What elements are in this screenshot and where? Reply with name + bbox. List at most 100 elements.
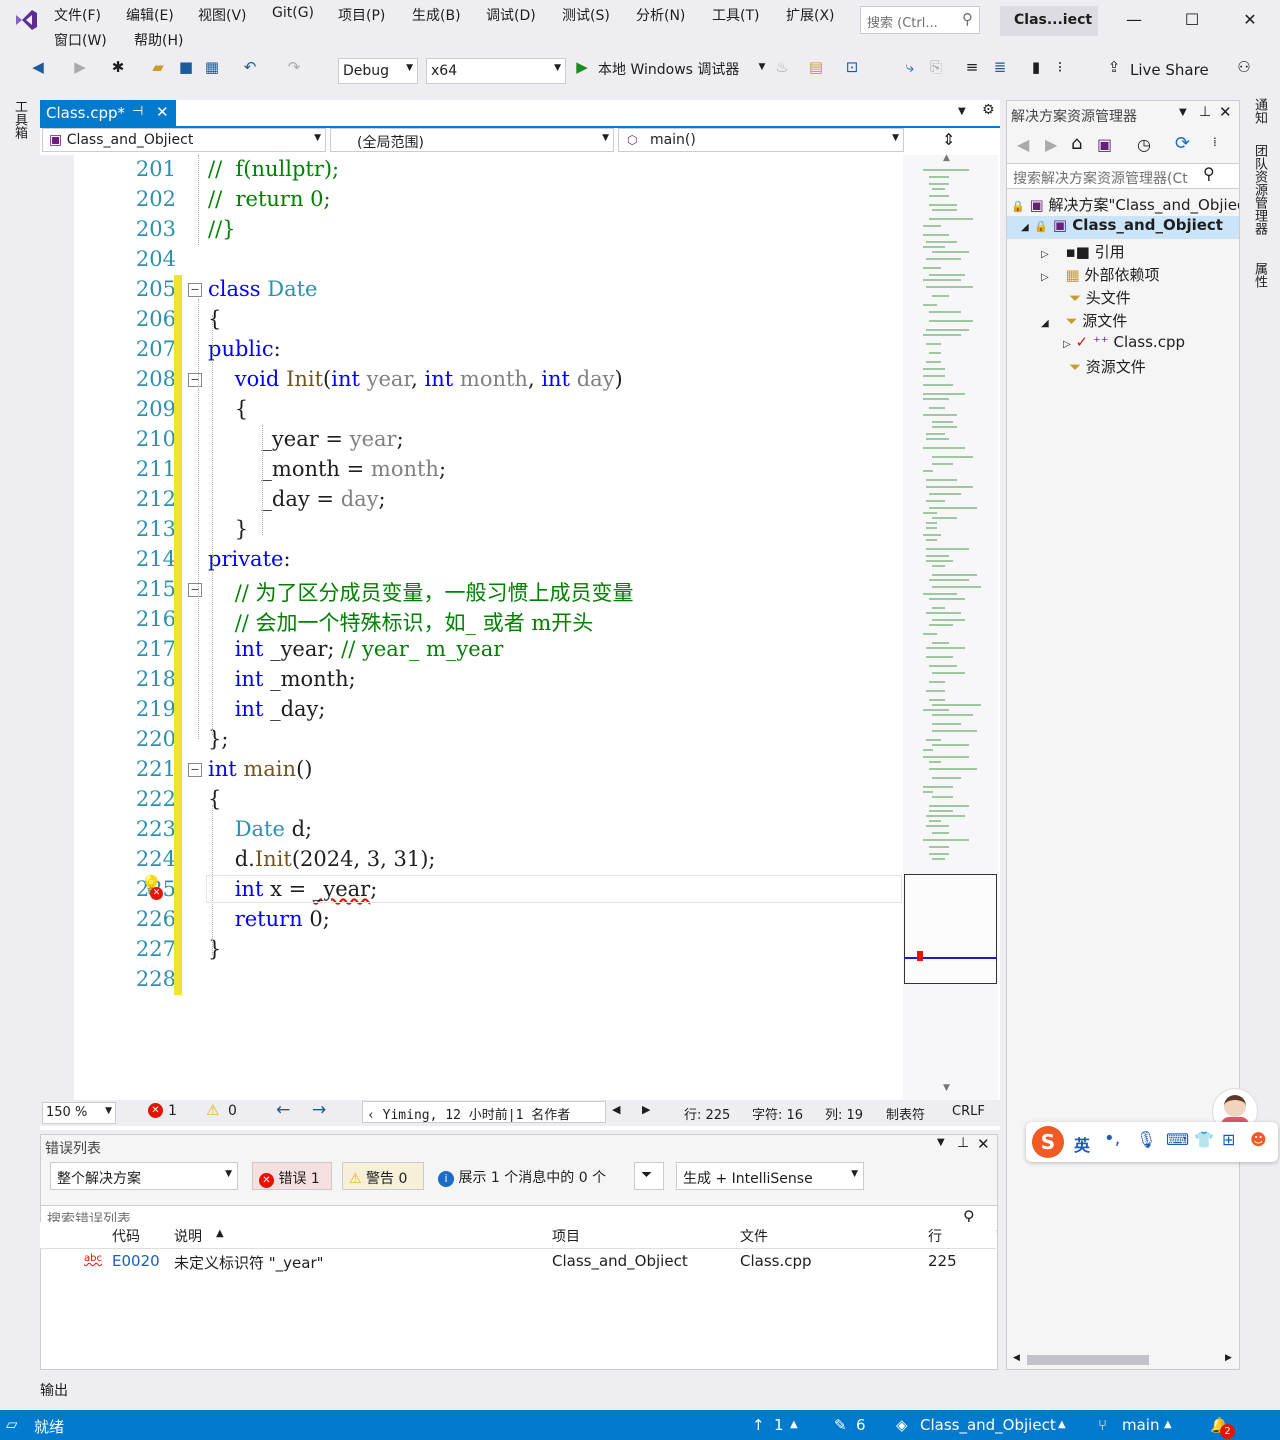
menu-project[interactable]: 项目(P)	[338, 5, 385, 25]
code-line[interactable]: Date d;	[208, 817, 312, 841]
start-debug-button[interactable]: 本地 Windows 调试器	[598, 59, 739, 79]
code-line[interactable]: _day = day;	[208, 487, 385, 511]
comment-icon[interactable]: ≡	[962, 58, 982, 78]
code-line[interactable]: int _day;	[208, 697, 326, 721]
sogou-logo-icon[interactable]: S	[1032, 1126, 1064, 1158]
pending-changes-count[interactable]: 6	[856, 1416, 866, 1434]
branch-name[interactable]: main	[1122, 1416, 1159, 1434]
tree-item-sources[interactable]: ◢ ⏷ 源文件	[1041, 310, 1127, 331]
code-line[interactable]: _year = year;	[208, 427, 403, 451]
project-nav-select[interactable]: ▣ Class_and_Objiect ▼	[42, 128, 326, 152]
tab-list-icon[interactable]: ▼	[958, 106, 966, 117]
menu-tools[interactable]: 工具(T)	[712, 5, 759, 25]
build-filter-select[interactable]: 生成 + IntelliSense ▼	[676, 1162, 864, 1190]
error-count[interactable]: 1	[168, 1103, 177, 1119]
minimap[interactable]: ▲ ▼	[903, 153, 998, 1100]
table-row[interactable]: abc E0020 未定义标识符 "_year" Class_and_Objie…	[40, 1250, 996, 1276]
pin-icon[interactable]: ⊥	[957, 1135, 969, 1151]
live-share-icon[interactable]: ⇪	[1104, 58, 1124, 78]
menu-view[interactable]: 视图(V)	[198, 5, 247, 25]
tab-class-cpp[interactable]: Class.cpp* ⊣ ✕	[40, 100, 176, 126]
start-debug-icon[interactable]: ▶	[572, 58, 592, 78]
tree-item-headers[interactable]: ⏷ 头文件	[1069, 287, 1131, 308]
column-project[interactable]: 项目	[552, 1226, 580, 1252]
properties-tab[interactable]: 属性	[1250, 262, 1269, 288]
chevron-down-icon[interactable]: ▼	[752, 62, 772, 82]
next-issue-icon[interactable]: →	[312, 1100, 326, 1120]
column-file[interactable]: 文件	[740, 1226, 768, 1252]
uncomment-icon[interactable]: ≣	[990, 58, 1010, 78]
unpushed-count[interactable]: 1	[774, 1416, 784, 1434]
menu-window[interactable]: 窗口(W)	[54, 30, 107, 50]
pin-icon[interactable]: ⊥	[1199, 104, 1211, 120]
col-indicator[interactable]: 列: 19	[825, 1104, 863, 1123]
forward-icon[interactable]: ▶	[70, 58, 90, 78]
warnings-filter-button[interactable]: ⚠ 警告 0	[342, 1162, 424, 1190]
fold-toggle[interactable]: −	[188, 583, 202, 597]
code-line[interactable]: }	[208, 937, 221, 961]
line-endings[interactable]: CRLF	[952, 1104, 985, 1119]
menu-git[interactable]: Git(G)	[272, 5, 314, 21]
code-line[interactable]: public:	[208, 337, 281, 361]
code-line[interactable]: // f(nullptr);	[208, 157, 339, 181]
settings-gear-icon[interactable]: ⚙	[982, 102, 995, 118]
toolbar-options-icon[interactable]: ⁝	[1050, 58, 1070, 78]
repository-icon[interactable]: ◈	[896, 1416, 908, 1434]
tree-item-references[interactable]: ▷ ▪■ 引用	[1041, 241, 1125, 262]
push-icon[interactable]: ↑	[752, 1416, 765, 1434]
fold-toggle[interactable]: −	[188, 283, 202, 297]
chevron-left-icon[interactable]: ◀	[612, 1103, 620, 1116]
code-line[interactable]: int _month;	[208, 667, 356, 691]
pencil-icon[interactable]: ✎	[834, 1416, 847, 1434]
member-nav-select[interactable]: ⬡ main() ▼	[618, 128, 904, 152]
code-line[interactable]: // 会加一个特殊标识，如_ 或者 m开头	[208, 607, 594, 637]
hot-reload-icon[interactable]: ♨	[772, 58, 792, 78]
more-options-icon[interactable]: ⁞	[1213, 135, 1217, 149]
warning-icon[interactable]: ⚠	[206, 1101, 219, 1119]
code-line[interactable]: class Date	[208, 277, 317, 301]
team-explorer-tab[interactable]: 团队资源管理器	[1250, 144, 1269, 235]
new-project-icon[interactable]: ✱	[108, 58, 128, 78]
branch-icon[interactable]: ⑂	[1098, 1416, 1107, 1434]
tree-item-external-deps[interactable]: ▷ ▦ 外部依赖项	[1041, 264, 1159, 285]
minimize-icon[interactable]: —	[1124, 10, 1144, 30]
close-panel-icon[interactable]: ✕	[977, 1135, 990, 1153]
forward-icon[interactable]: ▶	[1045, 135, 1057, 154]
chevron-right-icon[interactable]: ▶	[642, 1103, 650, 1116]
errors-filter-button[interactable]: ✕ 错误 1	[252, 1162, 332, 1190]
code-line[interactable]: _month = month;	[208, 457, 446, 481]
undo-icon[interactable]: ↶	[240, 58, 260, 78]
codelens-author[interactable]: ‹ Yiming, 12 小时前|1 名作者	[362, 1101, 606, 1123]
menu-analyze[interactable]: 分析(N)	[636, 5, 685, 25]
error-icon[interactable]: ✕	[148, 1103, 163, 1118]
fold-toggle[interactable]: −	[188, 763, 202, 777]
code-line[interactable]: // 为了区分成员变量，一般习惯上成员变量	[208, 577, 634, 607]
ime-language-toggle[interactable]: 英	[1074, 1132, 1090, 1156]
notifications-tab[interactable]: 通知	[1250, 98, 1269, 124]
home-icon[interactable]: ⌂	[1071, 133, 1082, 154]
skin-icon[interactable]: 👕	[1194, 1130, 1214, 1149]
code-line[interactable]: int _year; // year_ m_year	[208, 637, 504, 661]
back-icon[interactable]: ◀	[28, 58, 48, 78]
line-indicator[interactable]: 行: 225	[684, 1104, 730, 1123]
save-icon[interactable]: ■	[176, 58, 196, 78]
messages-filter-button[interactable]: i 展示 1 个消息中的 0 个	[432, 1162, 626, 1190]
char-indicator[interactable]: 字符: 16	[752, 1104, 803, 1123]
solution-node[interactable]: 🔒 ▣ 解决方案"Class_and_Objiec	[1011, 194, 1239, 215]
column-line[interactable]: 行	[928, 1226, 942, 1252]
toolbox-tab[interactable]: 工具箱	[10, 100, 29, 139]
panel-menu-icon[interactable]: ▼	[1179, 107, 1187, 118]
warning-count[interactable]: 0	[228, 1103, 237, 1119]
clear-filter-icon[interactable]: ⏷	[634, 1162, 664, 1190]
error-code[interactable]: E0020	[112, 1252, 160, 1270]
fold-toggle[interactable]: −	[188, 373, 202, 387]
menu-file[interactable]: 文件(F)	[54, 5, 101, 25]
sync-icon[interactable]: ⟳	[1175, 133, 1190, 154]
minimap-viewport[interactable]	[904, 874, 997, 984]
code-line[interactable]: return 0;	[208, 907, 330, 931]
scroll-right-icon[interactable]: ▶	[1225, 1353, 1232, 1363]
toolbox-grid-icon[interactable]: ⊞	[1222, 1130, 1235, 1149]
code-line[interactable]: {	[208, 787, 221, 811]
back-icon[interactable]: ◀	[1017, 135, 1029, 154]
close-panel-icon[interactable]: ✕	[1219, 103, 1232, 121]
